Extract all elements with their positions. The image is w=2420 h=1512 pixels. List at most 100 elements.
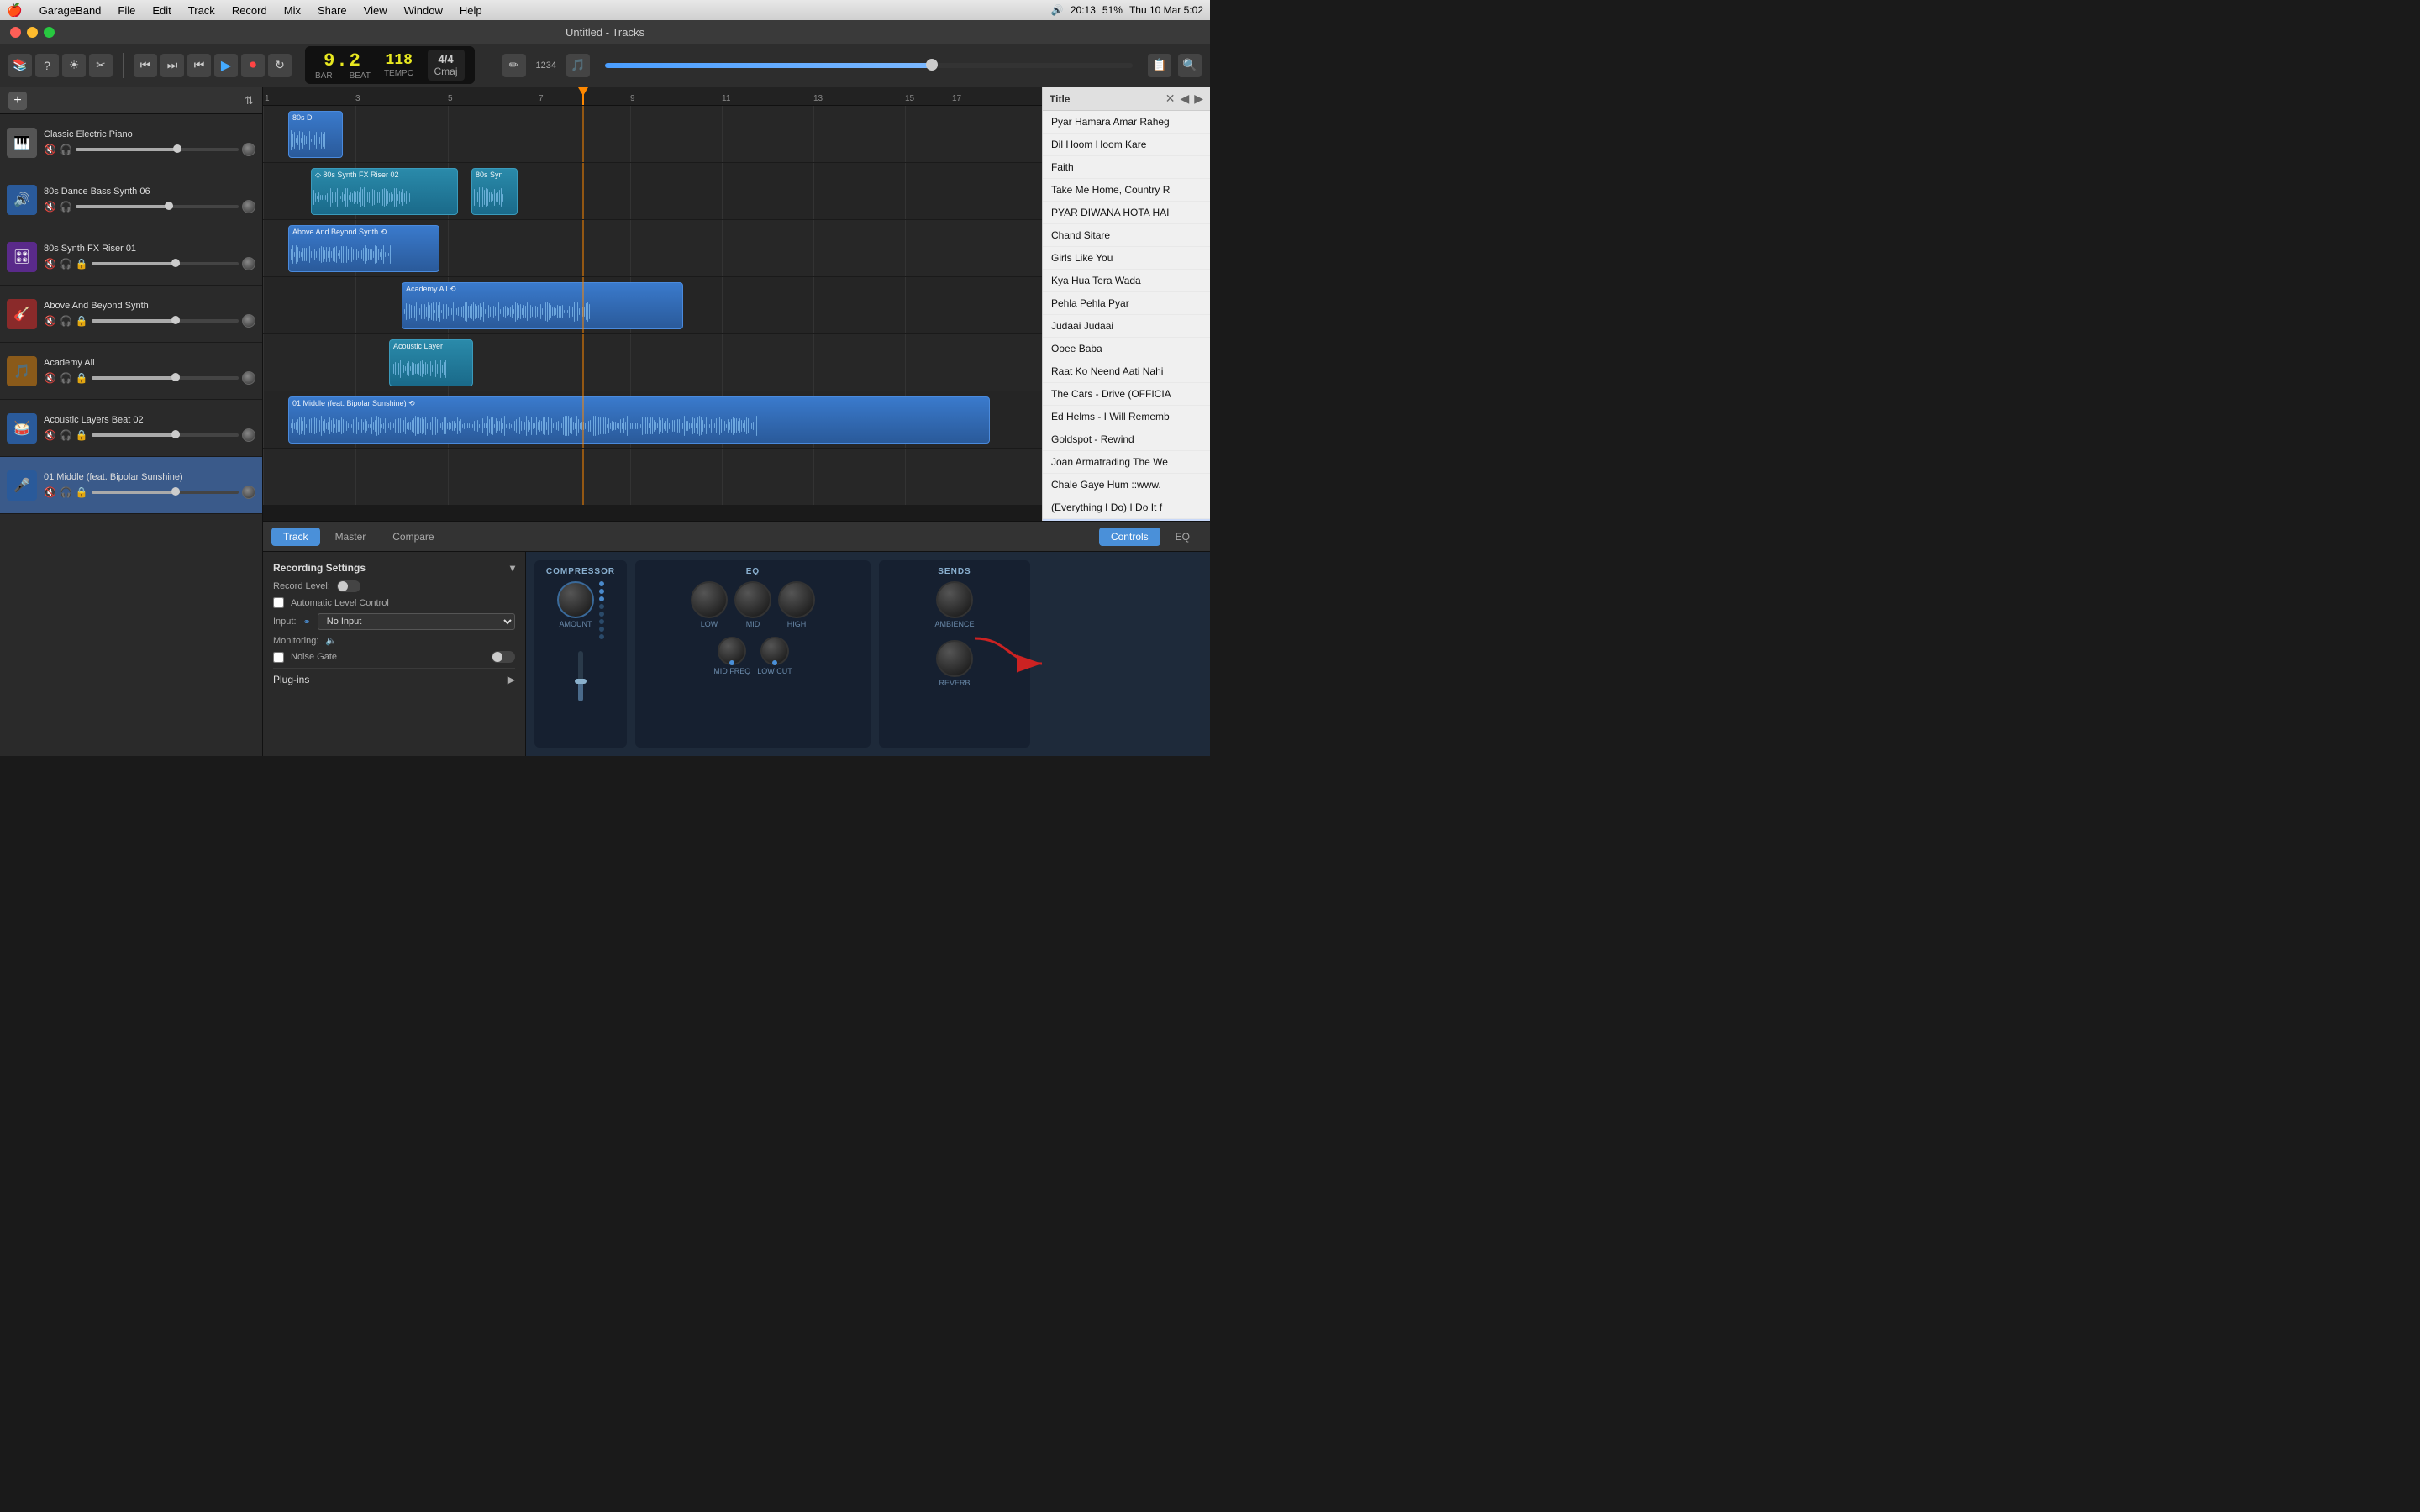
input-select[interactable]: No Input <box>318 613 515 630</box>
compressor-dot-2[interactable] <box>599 589 604 594</box>
track-pan-knob-3[interactable] <box>242 314 255 328</box>
toolbar-search-btn[interactable]: 🔍 <box>1178 54 1202 77</box>
menu-track[interactable]: Track <box>185 4 218 17</box>
tab-master[interactable]: Master <box>324 528 378 546</box>
menu-garageband[interactable]: GarageBand <box>36 4 105 17</box>
track-volume-thumb-3[interactable] <box>171 316 180 324</box>
track-item-2[interactable]: 🎛 80s Synth FX Riser 01 🔇 🎧 🔒 <box>0 228 262 286</box>
menu-record[interactable]: Record <box>229 4 271 17</box>
track-volume-slider-2[interactable] <box>92 262 239 265</box>
toolbar-help-btn[interactable]: ? <box>35 54 59 77</box>
track-headphone-icon-1[interactable]: 🎧 <box>60 201 72 213</box>
track-pan-knob-5[interactable] <box>242 428 255 442</box>
master-volume-thumb[interactable] <box>926 59 938 71</box>
cycle-button[interactable]: ↻ <box>268 54 292 77</box>
track-lock-icon-4[interactable]: 🔒 <box>76 372 88 384</box>
track-pan-knob-2[interactable] <box>242 257 255 270</box>
playlist-item-4[interactable]: PYAR DIWANA HOTA HAI <box>1043 202 1210 224</box>
compressor-dot-5[interactable] <box>599 612 604 617</box>
track-volume-slider-3[interactable] <box>92 319 239 323</box>
playlist-item-10[interactable]: Ooee Baba <box>1043 338 1210 360</box>
track-headphone-icon-6[interactable]: 🎧 <box>60 486 72 498</box>
track-lock-icon-6[interactable]: 🔒 <box>76 486 88 498</box>
track-headphone-icon-5[interactable]: 🎧 <box>60 429 72 441</box>
track-volume-slider-6[interactable] <box>92 491 239 494</box>
toolbar-smartcontrols-btn[interactable]: ☀ <box>62 54 86 77</box>
rewind-button[interactable]: ⏮ <box>134 54 157 77</box>
time-signature[interactable]: 4/4 Cmaj <box>428 50 465 81</box>
track-item-4[interactable]: 🎵 Academy All 🔇 🎧 🔒 <box>0 343 262 400</box>
track-item-5[interactable]: 🥁 Acoustic Layers Beat 02 🔇 🎧 🔒 <box>0 400 262 457</box>
tab-track[interactable]: Track <box>271 528 320 546</box>
close-button[interactable] <box>10 27 21 38</box>
playlist-item-5[interactable]: Chand Sitare <box>1043 224 1210 247</box>
track-lock-icon-3[interactable]: 🔒 <box>76 315 88 327</box>
playlist-item-2[interactable]: Faith <box>1043 156 1210 179</box>
track-mute-icon-1[interactable]: 🔇 <box>44 201 56 213</box>
track-headphone-icon-0[interactable]: 🎧 <box>60 144 72 155</box>
eq-mid-knob[interactable] <box>734 581 771 618</box>
playlist-item-11[interactable]: Raat Ko Neend Aati Nahi <box>1043 360 1210 383</box>
menu-file[interactable]: File <box>114 4 139 17</box>
compressor-dot-6[interactable] <box>599 619 604 624</box>
compressor-dot-4[interactable] <box>599 604 604 609</box>
fast-forward-button[interactable]: ⏭ <box>160 54 184 77</box>
track-volume-thumb-5[interactable] <box>171 430 180 438</box>
track-mute-icon-0[interactable]: 🔇 <box>44 144 56 155</box>
sends-ambience-knob[interactable] <box>936 581 973 618</box>
track-volume-thumb-2[interactable] <box>171 259 180 267</box>
auto-level-checkbox[interactable] <box>273 597 284 608</box>
track-volume-slider-1[interactable] <box>76 205 239 208</box>
playlist-item-9[interactable]: Judaai Judaai <box>1043 315 1210 338</box>
track-item-6[interactable]: 🎤 01 Middle (feat. Bipolar Sunshine) 🔇 🎧… <box>0 457 262 514</box>
clip-2[interactable]: 80s Syn <box>471 168 518 215</box>
menu-window[interactable]: Window <box>401 4 446 17</box>
track-mute-icon-3[interactable]: 🔇 <box>44 315 56 327</box>
tab-compare[interactable]: Compare <box>381 528 445 546</box>
playlist-item-17[interactable]: (Everything I Do) I Do It f <box>1043 496 1210 519</box>
track-headphone-icon-2[interactable]: 🎧 <box>60 258 72 270</box>
playlist-item-0[interactable]: Pyar Hamara Amar Raheg <box>1043 111 1210 134</box>
metronome-btn[interactable]: 🎵 <box>566 54 590 77</box>
playlist-item-16[interactable]: Chale Gaye Hum ::www. <box>1043 474 1210 496</box>
eq-mid-freq-knob[interactable] <box>718 637 746 665</box>
recording-settings-toggle-icon[interactable]: ▾ <box>510 562 515 574</box>
compressor-dot-8[interactable] <box>599 634 604 639</box>
eq-high-knob[interactable] <box>778 581 815 618</box>
playlist-item-14[interactable]: Goldspot - Rewind <box>1043 428 1210 451</box>
eq-low-cut-knob[interactable] <box>760 637 789 665</box>
clip-0[interactable]: 80s D <box>288 111 343 158</box>
track-mute-icon-4[interactable]: 🔇 <box>44 372 56 384</box>
menu-help[interactable]: Help <box>456 4 486 17</box>
noise-gate-checkbox[interactable] <box>273 652 284 663</box>
track-mute-icon-2[interactable]: 🔇 <box>44 258 56 270</box>
track-pan-knob-0[interactable] <box>242 143 255 156</box>
track-lock-icon-5[interactable]: 🔒 <box>76 429 88 441</box>
toolbar-library-btn[interactable]: 📚 <box>8 54 32 77</box>
playlist-item-3[interactable]: Take Me Home, Country R <box>1043 179 1210 202</box>
compressor-slider-thumb[interactable] <box>575 679 587 684</box>
sends-reverb-knob[interactable] <box>936 640 973 677</box>
tab-controls[interactable]: Controls <box>1099 528 1160 546</box>
clip-6[interactable]: 01 Middle (feat. Bipolar Sunshine) ⟲ <box>288 396 990 444</box>
playlist-item-15[interactable]: Joan Armatrading The We <box>1043 451 1210 474</box>
toolbar-browser-btn[interactable]: 📋 <box>1148 54 1171 77</box>
track-pan-knob-1[interactable] <box>242 200 255 213</box>
track-volume-thumb-0[interactable] <box>173 144 182 153</box>
track-volume-thumb-6[interactable] <box>171 487 180 496</box>
clip-1[interactable]: ◇ 80s Synth FX Riser 02 <box>311 168 458 215</box>
sidebar-close-icon[interactable]: ✕ <box>1165 92 1176 106</box>
track-pan-knob-4[interactable] <box>242 371 255 385</box>
master-volume-slider[interactable] <box>605 63 1133 68</box>
record-level-toggle[interactable] <box>337 580 360 592</box>
return-to-start-button[interactable]: ⏮ <box>187 54 211 77</box>
menu-edit[interactable]: Edit <box>149 4 174 17</box>
timeline-ruler[interactable]: 1357911131517 <box>263 87 1042 106</box>
track-mute-icon-5[interactable]: 🔇 <box>44 429 56 441</box>
minimize-button[interactable] <box>27 27 38 38</box>
play-button[interactable]: ▶ <box>214 54 238 77</box>
playlist-item-7[interactable]: Kya Hua Tera Wada <box>1043 270 1210 292</box>
playlist-item-8[interactable]: Pehla Pehla Pyar <box>1043 292 1210 315</box>
apple-menu[interactable]: 🍎 <box>7 3 23 18</box>
track-sort-button[interactable]: ⇅ <box>245 94 254 108</box>
